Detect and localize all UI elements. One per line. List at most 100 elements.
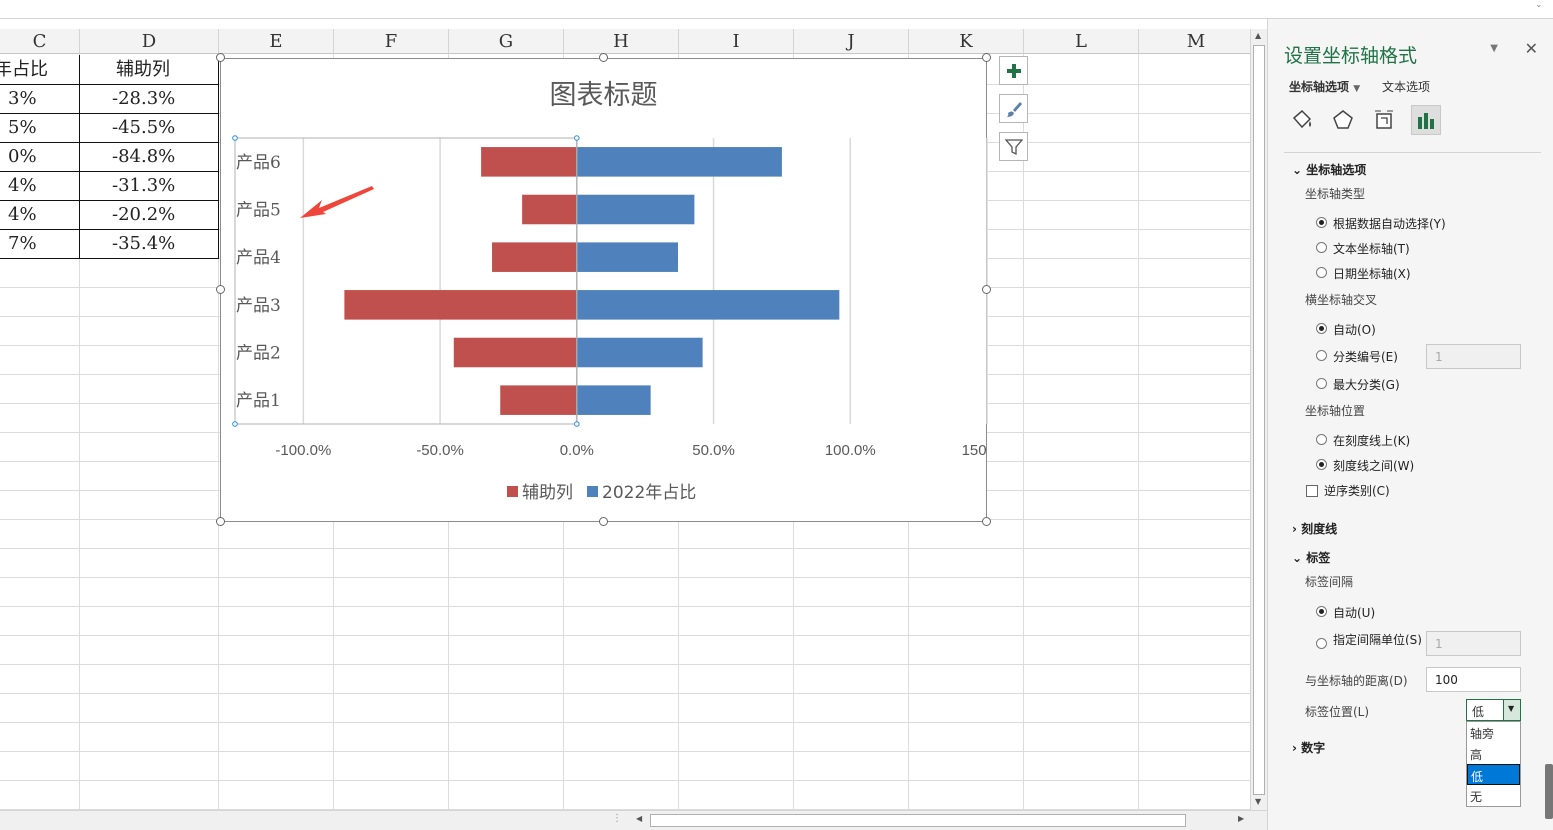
bar[interactable] <box>453 337 577 368</box>
radio-cross-category[interactable] <box>1316 350 1327 361</box>
bar[interactable] <box>522 194 577 225</box>
size-properties-icon[interactable] <box>1370 105 1400 135</box>
axis-handle[interactable] <box>574 135 580 141</box>
tick-label[interactable]: 100.0% <box>825 442 876 459</box>
cell-c-header[interactable]: 年占比 <box>0 56 48 84</box>
fill-line-icon[interactable] <box>1287 105 1317 135</box>
reverse-categories-checkbox[interactable] <box>1306 485 1318 497</box>
bar-chart[interactable]: 产品1 产品2 产品3 产品4 产品5 产品6 -100.0% -50.0% 0.0% 50.0%… <box>221 59 988 523</box>
pane-options-icon[interactable]: ▼ <box>1490 43 1498 54</box>
section-axis-options[interactable]: ⌄ 坐标轴选项 <box>1292 161 1366 178</box>
horizontal-scrollbar[interactable]: ⋮ ◀ ▶ <box>0 810 1267 830</box>
chart-area[interactable]: 图表标题 产品1 产品2 产品3 产品4 产品5 产品6 -100.0% -50.0% 0.0%… <box>220 58 988 523</box>
category-label[interactable]: 产品4 <box>236 248 281 268</box>
tick-label[interactable]: -100.0% <box>275 442 331 459</box>
column-header-l[interactable]: L <box>1024 29 1139 54</box>
resize-handle[interactable] <box>982 53 991 62</box>
legend-label[interactable]: 2022年占比 <box>602 483 696 503</box>
bar[interactable] <box>576 337 703 368</box>
interval-unit-input[interactable]: 1 <box>1426 631 1521 656</box>
cell-d[interactable]: -84.8% <box>112 143 175 171</box>
category-label[interactable]: 产品6 <box>236 153 281 173</box>
column-header-f[interactable]: F <box>334 29 449 54</box>
vertical-scrollbar[interactable]: ▲ ▼ <box>1250 29 1267 810</box>
chart-elements-button[interactable] <box>999 56 1028 85</box>
axis-handle[interactable] <box>574 421 580 427</box>
chevron-down-icon[interactable]: ▼ <box>1503 700 1520 720</box>
cell-d[interactable]: -45.5% <box>112 114 175 142</box>
section-labels[interactable]: ⌄ 标签 <box>1292 549 1330 566</box>
cell-c[interactable]: 0% <box>8 143 37 171</box>
radio-cross-max[interactable] <box>1316 378 1327 389</box>
cell-c[interactable]: 3% <box>8 85 37 113</box>
split-handle-icon[interactable]: ⋮ <box>612 813 622 824</box>
tab-text-options[interactable]: 文本选项 <box>1382 78 1430 95</box>
chart-filters-button[interactable] <box>999 132 1028 161</box>
column-header-m[interactable]: M <box>1139 29 1250 54</box>
legend-label[interactable]: 辅助列 <box>522 483 573 503</box>
cell-c[interactable]: 7% <box>8 230 37 258</box>
cell-d[interactable]: -20.2% <box>112 201 175 229</box>
cross-category-input[interactable]: 1 <box>1426 344 1521 369</box>
legend-swatch[interactable] <box>507 486 518 497</box>
category-label[interactable]: 产品1 <box>236 391 281 411</box>
category-label[interactable]: 产品3 <box>236 296 281 316</box>
radio-on-tick-marks[interactable] <box>1316 434 1327 445</box>
resize-handle[interactable] <box>982 517 991 526</box>
resize-handle[interactable] <box>216 285 225 294</box>
scroll-up-icon[interactable]: ▲ <box>1255 31 1261 40</box>
cell-d-header[interactable]: 辅助列 <box>116 56 170 84</box>
bar[interactable] <box>576 290 840 320</box>
resize-handle[interactable] <box>216 53 225 62</box>
bar[interactable] <box>481 147 577 177</box>
expand-formula-icon[interactable]: ⌄ <box>1535 0 1547 12</box>
pane-scrollbar-thumb[interactable] <box>1545 764 1553 819</box>
column-header-e[interactable]: E <box>219 29 334 54</box>
cell-c[interactable]: 4% <box>8 172 37 200</box>
axis-options-icon[interactable] <box>1411 105 1441 135</box>
column-header-c[interactable]: C <box>0 29 80 54</box>
option-next-to-axis[interactable]: 轴旁 <box>1467 722 1520 743</box>
radio-between-tick-marks[interactable] <box>1316 459 1327 470</box>
radio-text-axis[interactable] <box>1316 242 1327 253</box>
bar[interactable] <box>500 385 577 415</box>
axis-selection-box[interactable] <box>234 137 578 425</box>
column-header-d[interactable]: D <box>80 29 219 54</box>
axis-handle[interactable] <box>232 135 238 141</box>
tick-label[interactable]: 150.0% <box>962 442 988 459</box>
axis-handle[interactable] <box>232 421 238 427</box>
bar[interactable] <box>576 385 651 415</box>
bar[interactable] <box>576 242 678 272</box>
chart-styles-button[interactable] <box>999 94 1028 123</box>
distance-input[interactable]: 100 <box>1426 667 1521 692</box>
column-header-i[interactable]: I <box>679 29 794 54</box>
radio-interval-unit[interactable] <box>1316 638 1327 649</box>
resize-handle[interactable] <box>982 285 991 294</box>
column-header-g[interactable]: G <box>449 29 564 54</box>
option-high[interactable]: 高 <box>1467 743 1520 764</box>
effects-icon[interactable] <box>1328 105 1358 135</box>
cell-d[interactable]: -35.4% <box>112 230 175 258</box>
cell-d[interactable]: -31.3% <box>112 172 175 200</box>
cell-d[interactable]: -28.3% <box>112 85 175 113</box>
scroll-down-icon[interactable]: ▼ <box>1255 797 1261 806</box>
bar[interactable] <box>344 290 577 320</box>
resize-handle[interactable] <box>599 53 608 62</box>
legend-swatch[interactable] <box>587 486 598 497</box>
category-label[interactable]: 产品2 <box>236 344 281 364</box>
cell-c[interactable]: 5% <box>8 114 37 142</box>
label-position-select[interactable]: 低 ▼ <box>1466 699 1521 721</box>
section-number[interactable]: › 数字 <box>1292 739 1325 756</box>
column-header-j[interactable]: J <box>794 29 909 54</box>
close-icon[interactable]: ✕ <box>1525 39 1538 58</box>
scrollbar-thumb[interactable] <box>1253 45 1265 795</box>
bar[interactable] <box>576 147 782 177</box>
radio-interval-auto[interactable] <box>1316 606 1327 617</box>
column-header-k[interactable]: K <box>909 29 1024 54</box>
tick-label[interactable]: -50.0% <box>416 442 464 459</box>
scroll-right-icon[interactable]: ▶ <box>1238 814 1244 823</box>
radio-auto-axis[interactable] <box>1316 217 1327 228</box>
scrollbar-thumb[interactable] <box>650 814 1186 827</box>
tick-label[interactable]: 0.0% <box>560 442 594 459</box>
scroll-left-icon[interactable]: ◀ <box>636 814 642 823</box>
